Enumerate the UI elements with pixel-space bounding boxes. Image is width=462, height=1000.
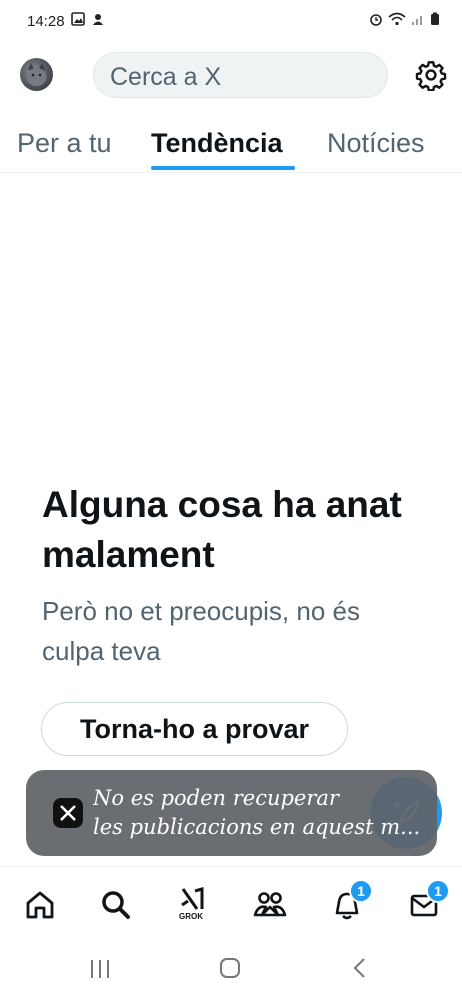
gallery-notification-icon: [71, 12, 85, 26]
home-icon: [26, 891, 54, 919]
bottom-nav: GROK 1 1: [0, 866, 462, 939]
nav-search[interactable]: [96, 885, 136, 925]
tab-tendencia[interactable]: Tendència: [151, 128, 283, 159]
messages-badge: 1: [426, 879, 450, 903]
nav-communities[interactable]: [250, 885, 290, 925]
tab-bar: Per a tu Tendència Notícies: [0, 118, 462, 173]
status-bar: 14:28: [0, 0, 462, 44]
settings-gear-icon[interactable]: [415, 59, 447, 91]
status-right-icons: [369, 12, 440, 26]
nav-home[interactable]: [20, 885, 60, 925]
status-time: 14:28: [27, 13, 65, 30]
active-tab-indicator: [151, 166, 295, 170]
communities-icon: [253, 892, 287, 917]
battery-icon: [431, 12, 439, 25]
home-system-icon[interactable]: [219, 957, 241, 979]
error-title: Alguna cosa ha anat malament: [42, 484, 402, 575]
grok-icon: [181, 887, 204, 910]
toast-line-1: No es poden recuperar: [93, 786, 339, 810]
x-logo-icon: [53, 798, 83, 828]
system-nav-bar: [0, 940, 462, 1000]
app-notification-icon: [93, 14, 103, 25]
avatar[interactable]: [20, 58, 53, 91]
nav-notifications[interactable]: 1: [327, 879, 373, 925]
recent-apps-icon[interactable]: [88, 958, 112, 980]
wifi-icon: [388, 12, 406, 26]
error-toast: No es poden recuperar les publicacions e…: [26, 770, 437, 856]
notifications-badge: 1: [349, 879, 373, 903]
signal-icon: [412, 16, 422, 25]
grok-label: GROK: [179, 912, 203, 921]
back-icon[interactable]: [350, 957, 370, 979]
toast-message: No es poden recuperar les publicacions e…: [93, 784, 428, 842]
retry-button[interactable]: Torna-ho a provar: [41, 702, 348, 756]
nav-grok[interactable]: GROK: [173, 885, 213, 925]
search-input[interactable]: Cerca a X: [93, 52, 388, 98]
search-icon: [102, 891, 130, 919]
error-subtitle: Però no et preocupis, no és culpa teva: [42, 596, 360, 666]
tab-per-a-tu[interactable]: Per a tu: [17, 128, 112, 159]
avatar-cat-icon: [26, 63, 47, 86]
nav-messages[interactable]: 1: [404, 879, 450, 925]
search-placeholder: Cerca a X: [110, 63, 222, 91]
toast-line-2: les publicacions en aquest m...: [93, 815, 421, 839]
tab-noticies[interactable]: Notícies: [327, 128, 425, 159]
status-left-icons: [71, 12, 105, 26]
alarm-icon: [370, 14, 382, 26]
